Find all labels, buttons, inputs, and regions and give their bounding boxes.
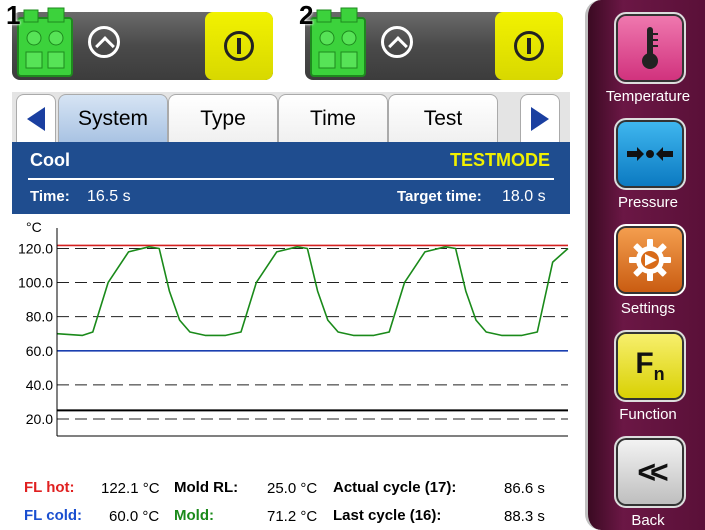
fl-hot-label: FL hot: [24, 479, 75, 496]
power-button[interactable] [495, 12, 563, 80]
tab-prev-button[interactable] [16, 94, 56, 142]
tab-time[interactable]: Time [278, 94, 388, 142]
function-button[interactable]: Fn [614, 330, 686, 402]
cycle-info-header: Cool TESTMODE Time: 16.5 s Target time: … [12, 142, 570, 214]
sidebar-label: Temperature [605, 88, 691, 105]
mold-rl-value: 25.0 °C [267, 480, 318, 497]
main-sidebar: Temperature Pressure Settings Fn Functio… [585, 0, 705, 530]
actual-cycle-value: 86.6 s [504, 480, 545, 497]
y-tick-label: 80.0 [26, 309, 53, 325]
power-icon [224, 31, 254, 61]
pressure-arrows-icon [627, 147, 673, 161]
sidebar-label: Settings [620, 300, 676, 317]
fl-cold-value: 60.0 °C [109, 508, 160, 525]
target-time-label: Target time: [397, 188, 482, 205]
y-tick-label: 100.0 [18, 275, 53, 291]
tab-system[interactable]: System [58, 94, 168, 142]
gear-icon [629, 239, 671, 281]
time-label: Time: [30, 188, 70, 205]
unit-number: 1 [6, 0, 21, 30]
phase-title: Cool [30, 150, 70, 170]
tab-test[interactable]: Test [388, 94, 498, 142]
series-line-3 [56, 245, 569, 337]
target-time-value: 18.0 s [502, 188, 546, 205]
y-tick-label: 40.0 [26, 377, 53, 393]
mode-indicator: TESTMODE [449, 150, 550, 170]
fl-cold-label: FL cold: [24, 507, 83, 524]
sidebar-label: Back [631, 512, 665, 529]
tab-next-button[interactable] [520, 94, 560, 142]
unit-panel-2: 2 [293, 0, 575, 86]
settings-button[interactable] [614, 224, 686, 296]
thermometer-icon [642, 27, 658, 69]
divider [28, 178, 554, 180]
tab-type[interactable]: Type [168, 94, 278, 142]
arrow-right-icon [531, 106, 549, 131]
unit-status-button[interactable] [381, 26, 413, 58]
function-fn-subscript: n [653, 364, 665, 384]
back-double-chevron-icon: << [637, 453, 668, 490]
temperature-chart: °C 120.0 100.0 80.0 60.0 40.0 20.0 [12, 214, 570, 444]
sidebar-label: Pressure [617, 194, 679, 211]
back-button[interactable]: << [614, 436, 686, 508]
arrow-left-icon [27, 106, 45, 131]
mold-rl-label: Mold RL: [174, 479, 239, 496]
actual-cycle-label: Actual cycle (17): [333, 479, 457, 496]
power-icon [514, 31, 544, 61]
unit-status-button[interactable] [88, 26, 120, 58]
y-tick-label: 20.0 [26, 411, 53, 427]
function-fn-icon: Fn [635, 347, 664, 385]
tab-bar: System Type Time Test [12, 92, 570, 142]
unit-number: 2 [299, 0, 314, 30]
pressure-button[interactable] [614, 118, 686, 190]
readings-footer: FL hot: 122.1 °C FL cold: 60.0 °C Mold R… [12, 468, 570, 530]
time-value: 16.5 s [87, 188, 131, 205]
temperature-button[interactable] [614, 12, 686, 84]
y-tick-label: 120.0 [18, 240, 53, 256]
y-tick-label: 60.0 [26, 343, 53, 359]
sidebar-label: Function [619, 406, 677, 423]
last-cycle-label: Last cycle (16): [333, 507, 442, 524]
unit-panel-1: 1 [0, 0, 285, 86]
mold-value: 71.2 °C [267, 508, 318, 525]
y-axis-label: °C [26, 219, 42, 235]
function-fn-glyph: F [635, 347, 654, 380]
fl-hot-value: 122.1 °C [101, 480, 160, 497]
mold-label: Mold: [174, 507, 214, 524]
power-button[interactable] [205, 12, 273, 80]
last-cycle-value: 88.3 s [504, 508, 545, 525]
